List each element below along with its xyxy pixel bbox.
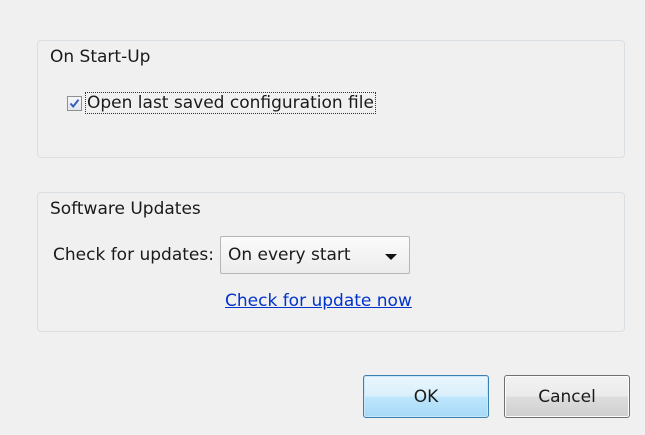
update-frequency-value: On every start [227,245,351,265]
ok-button[interactable]: OK [363,375,489,418]
startup-group: On Start-Up Open last saved configuratio… [37,40,625,158]
software-updates-group-title: Software Updates [50,199,201,219]
open-last-config-row[interactable]: Open last saved configuration file [67,92,376,114]
check-updates-row: Check for updates: On every start [53,236,410,274]
cancel-button[interactable]: Cancel [504,375,630,418]
check-updates-label: Check for updates: [53,245,214,265]
checkmark-icon [69,98,80,108]
settings-dialog: On Start-Up Open last saved configuratio… [0,0,645,435]
open-last-config-label[interactable]: Open last saved configuration file [85,92,376,114]
update-frequency-select[interactable]: On every start [219,236,410,274]
open-last-config-checkbox[interactable] [67,95,82,111]
chevron-down-icon[interactable] [384,254,397,260]
check-update-now-link[interactable]: Check for update now [225,291,412,311]
startup-group-title: On Start-Up [50,47,151,67]
software-updates-group: Software Updates Check for updates: On e… [37,192,625,332]
